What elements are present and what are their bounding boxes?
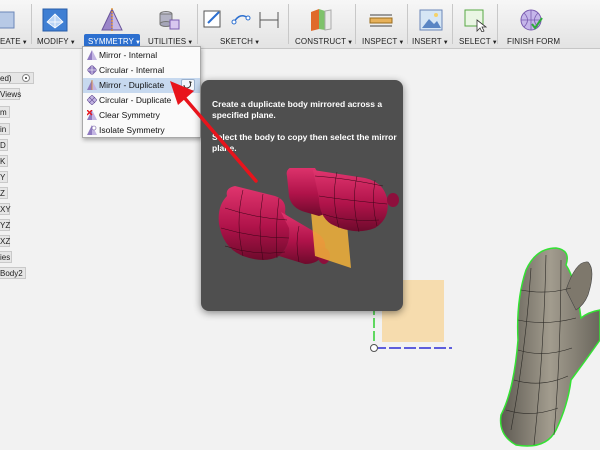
toolbar-label-modify: MODIFY: [37, 37, 69, 46]
toolbar-label-utilities: UTILITIES: [148, 37, 187, 46]
browser-item[interactable]: Views: [0, 88, 21, 100]
browser-item[interactable]: ed): [0, 72, 34, 84]
isolate-symmetry-icon: [87, 125, 97, 135]
insert-image-icon: [419, 9, 443, 31]
toolbar-label-sketch: SKETCH: [220, 37, 254, 46]
toolbar-label-create: EATE: [0, 37, 21, 46]
browser-item[interactable]: K: [0, 155, 8, 167]
toolbar-utilities[interactable]: UTILITIES▼: [144, 0, 196, 48]
create-solid-icon: [0, 11, 15, 29]
circular-duplicate-icon: [87, 95, 97, 105]
browser-item[interactable]: XY: [0, 203, 11, 215]
utilities-icon: [159, 11, 180, 30]
toolbar-separator: [31, 4, 32, 44]
radio-icon[interactable]: [22, 74, 30, 82]
modify-icon: [42, 8, 68, 32]
mirror-internal-icon: [87, 50, 97, 60]
toolbar-select[interactable]: SELECT▼: [455, 0, 498, 48]
toolbar-construct[interactable]: CONSTRUCT▼: [292, 0, 353, 48]
toolbar-label-finish-form: FINISH FORM: [507, 37, 561, 46]
toolbar-separator: [452, 4, 453, 44]
browser-item[interactable]: in: [0, 123, 10, 135]
toolbar-symmetry[interactable]: SYMMETRY▼: [84, 0, 141, 48]
menu-item-mirror-internal[interactable]: Mirror - Internal: [83, 48, 200, 63]
toolbar-separator: [497, 4, 498, 44]
annotation-arrow: [170, 81, 258, 183]
browser-item[interactable]: D: [0, 139, 8, 151]
mirror-duplicate-icon: [87, 80, 97, 90]
toolbar-inspect[interactable]: INSPECT▼: [358, 0, 406, 48]
toolbar-separator: [355, 4, 356, 44]
browser-item[interactable]: Z: [0, 187, 8, 199]
mirrored-body-illustration: [286, 168, 399, 233]
canvas-body[interactable]: [496, 240, 600, 450]
toolbar-separator: [407, 4, 408, 44]
symmetry-icon: [101, 8, 123, 32]
toolbar-separator: [288, 4, 289, 44]
toolbar-label-insert: INSERT: [412, 37, 442, 46]
browser-item[interactable]: YZ: [0, 219, 10, 231]
toolbar-insert[interactable]: INSERT▼: [410, 0, 452, 48]
select-icon: [464, 9, 488, 32]
toolbar-finish-form[interactable]: FINISH FORM: [500, 0, 560, 48]
toolbar-sketch[interactable]: SKETCH▼: [200, 0, 284, 48]
browser-item[interactable]: Y: [0, 171, 8, 183]
construct-icon: [311, 9, 332, 31]
toolbar-modify[interactable]: MODIFY▼: [34, 0, 78, 48]
toolbar-separator: [197, 4, 198, 44]
browser-item[interactable]: Body2: [0, 267, 26, 279]
toolbar: EATE▼ MODIFY▼ SYMMETRY▼ UTILITIES▼ SKETC…: [0, 0, 600, 49]
circular-internal-icon: [87, 65, 97, 75]
toolbar-label-inspect: INSPECT: [362, 37, 398, 46]
origin-point[interactable]: [370, 344, 378, 352]
browser-item[interactable]: m: [0, 106, 10, 118]
browser-item[interactable]: XZ: [0, 235, 10, 247]
toolbar-label-construct: CONSTRUCT: [295, 37, 347, 46]
arrow-shaft: [180, 93, 258, 183]
toolbar-create[interactable]: EATE▼: [0, 0, 30, 48]
inspect-icon: [369, 14, 393, 27]
toolbar-label-select: SELECT: [459, 37, 491, 46]
finish-form-icon: [520, 9, 543, 31]
clear-symmetry-icon: [87, 110, 97, 120]
toolbar-label-symmetry: SYMMETRY: [88, 37, 134, 46]
sketch-icon: [203, 10, 279, 28]
browser-item[interactable]: ies: [0, 251, 12, 263]
arrow-head: [170, 81, 194, 105]
